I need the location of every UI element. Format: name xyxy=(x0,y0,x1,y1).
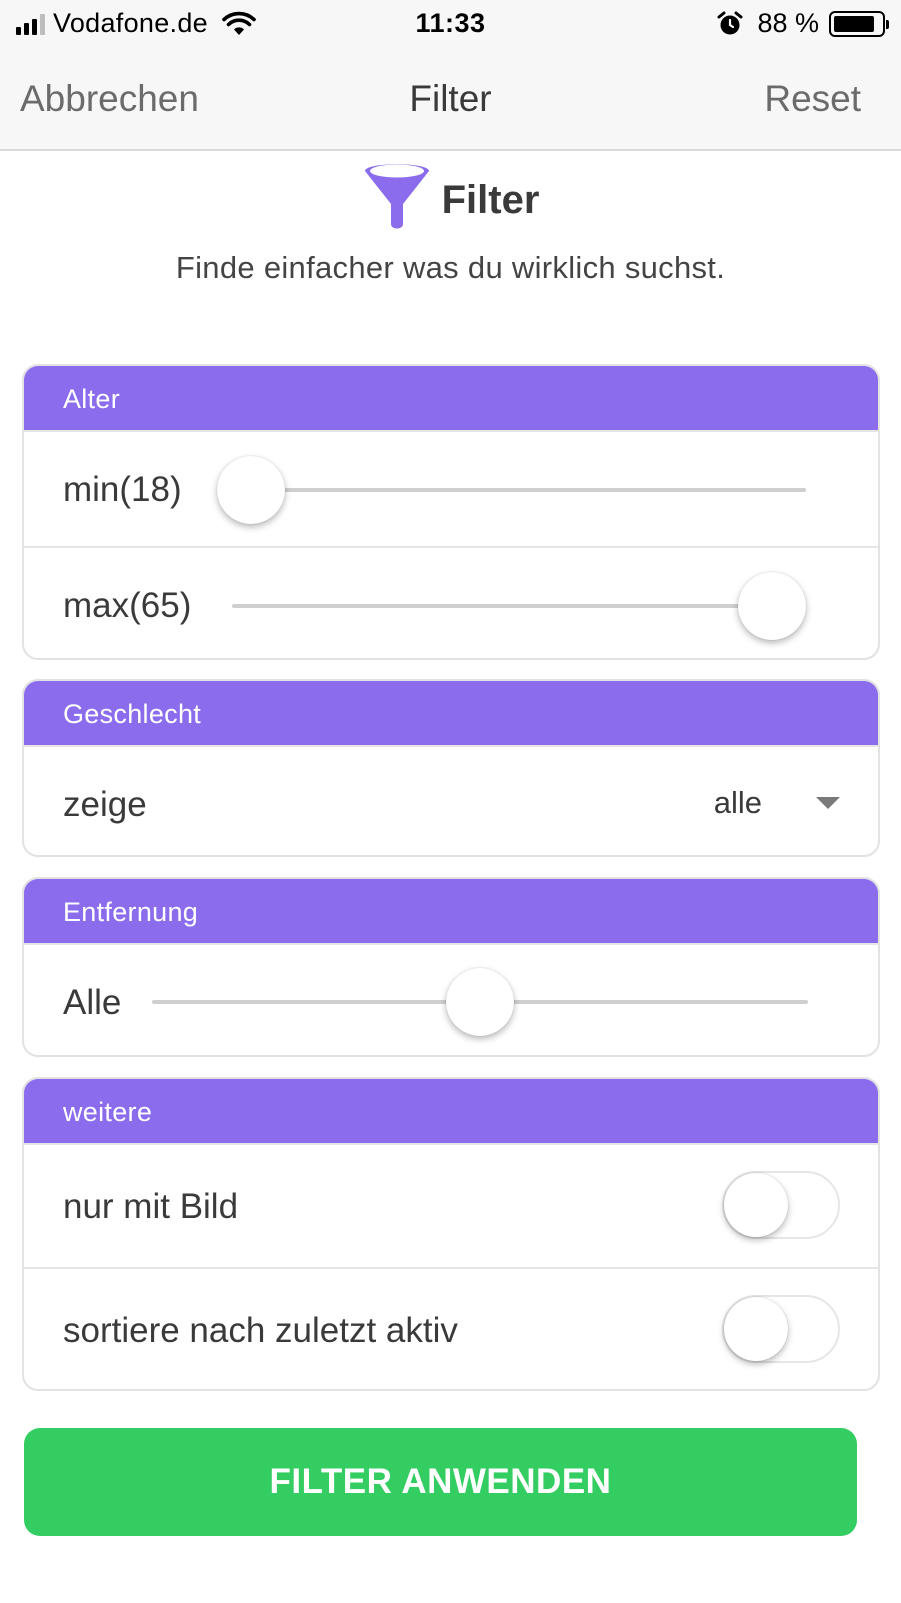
distance-row: Alle xyxy=(24,943,878,1055)
filter-subtitle: Finde einfacher was du wirklich suchst. xyxy=(175,250,726,285)
navigation-bar: Abbrechen Filter Reset xyxy=(0,50,901,151)
distance-label: Alle xyxy=(63,983,122,1022)
only-with-photo-row: nur mit Bild xyxy=(24,1143,878,1267)
age-max-label: max(65) xyxy=(63,586,192,625)
sort-last-active-label: sortiere nach zuletzt aktiv xyxy=(63,1311,458,1350)
age-max-row: max(65) xyxy=(24,546,878,658)
age-header: Alter xyxy=(24,366,878,430)
age-min-row: min(18) xyxy=(24,430,878,546)
only-with-photo-label: nur mit Bild xyxy=(63,1187,239,1226)
age-max-slider-thumb[interactable] xyxy=(738,572,806,640)
battery-icon xyxy=(829,10,889,37)
alarm-icon xyxy=(717,11,743,34)
apply-filter-button[interactable]: FILTER ANWENDEN xyxy=(24,1428,857,1536)
gender-header: Geschlecht xyxy=(24,681,878,745)
gender-select-value[interactable]: alle xyxy=(714,785,762,821)
age-card: Alter min(18) max(65) xyxy=(22,364,880,660)
status-bar: Vodafone.de 11:33 88 % xyxy=(0,0,901,50)
sort-last-active-row: sortiere nach zuletzt aktiv xyxy=(24,1267,878,1389)
age-min-slider-thumb[interactable] xyxy=(217,456,285,524)
filter-header: Filter Finde einfacher was du wirklich s… xyxy=(0,160,901,286)
filter-header-row: Filter xyxy=(0,160,901,232)
toggle-knob xyxy=(724,1173,788,1237)
battery-fill xyxy=(834,15,875,32)
status-right: 88 % xyxy=(717,8,889,39)
gender-card: Geschlecht zeige alle xyxy=(22,679,880,857)
reset-button[interactable]: Reset xyxy=(764,78,861,120)
distance-card: Entfernung Alle xyxy=(22,877,880,1057)
more-header: weitere xyxy=(24,1079,878,1143)
more-card: weitere nur mit Bild sortiere nach zulet… xyxy=(22,1077,880,1391)
gender-row[interactable]: zeige alle xyxy=(24,745,878,855)
battery-percent: 88 % xyxy=(757,8,819,38)
caret-down-icon[interactable] xyxy=(816,797,840,809)
gender-label: zeige xyxy=(63,785,147,824)
age-min-label: min(18) xyxy=(63,470,182,509)
age-max-slider-track[interactable] xyxy=(232,604,752,608)
distance-slider-thumb[interactable] xyxy=(446,968,514,1036)
distance-header: Entfernung xyxy=(24,879,878,943)
funnel-icon xyxy=(364,164,429,229)
sort-last-active-toggle[interactable] xyxy=(722,1295,840,1363)
only-with-photo-toggle[interactable] xyxy=(722,1171,840,1239)
filter-title: Filter xyxy=(441,177,540,222)
age-min-slider-track[interactable] xyxy=(284,488,806,492)
toggle-knob xyxy=(724,1297,788,1361)
